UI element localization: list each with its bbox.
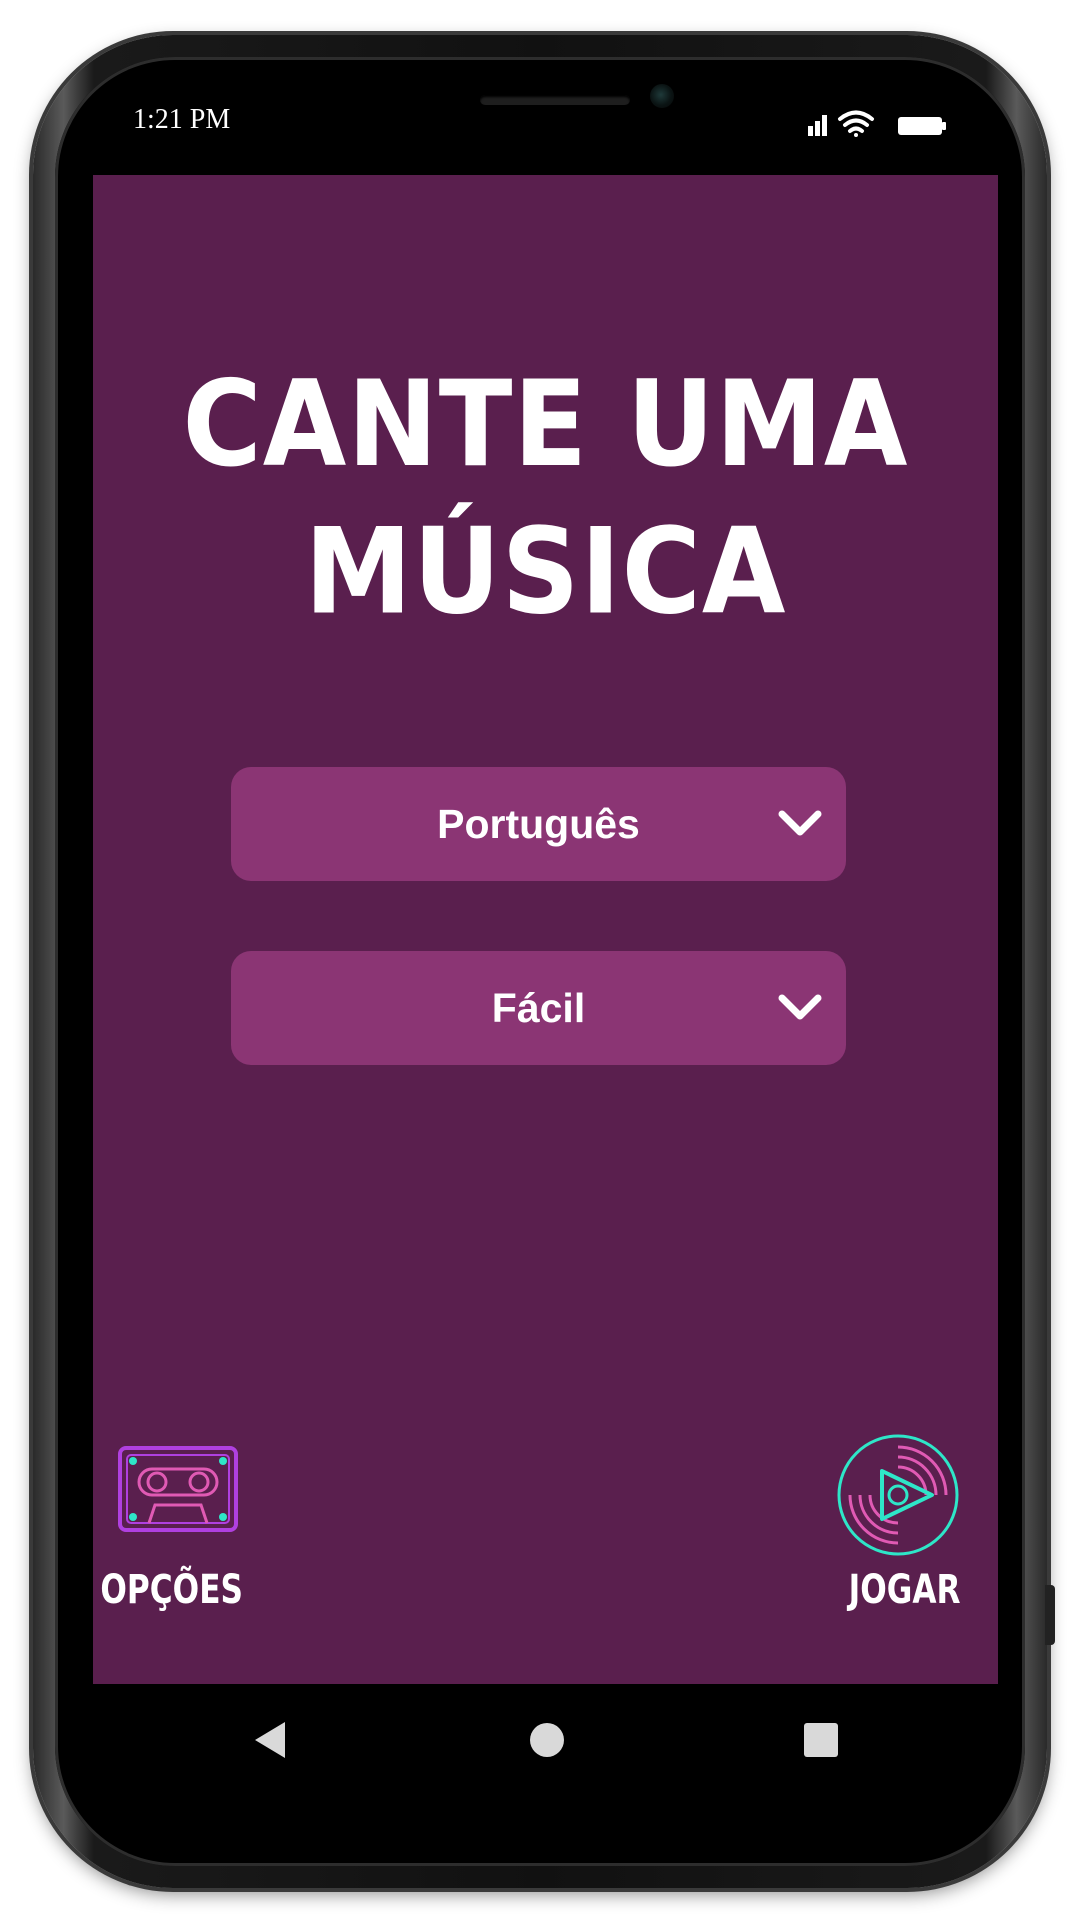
play-button[interactable] — [836, 1433, 960, 1557]
signal-icon — [808, 115, 827, 136]
options-button[interactable] — [117, 1445, 239, 1535]
back-button[interactable] — [241, 1710, 301, 1770]
app-title-line-2: MÚSICA — [304, 503, 787, 641]
earpiece-speaker — [480, 95, 630, 105]
wifi-icon — [838, 110, 874, 137]
app-title-line-1: CANTE UMA — [182, 356, 909, 494]
cassette-icon — [118, 1446, 238, 1532]
difficulty-dropdown-value: Fácil — [491, 985, 586, 1031]
battery-icon — [898, 117, 946, 135]
language-dropdown-value: Português — [437, 801, 640, 847]
home-button[interactable] — [517, 1710, 577, 1770]
chevron-down-icon — [778, 994, 822, 1020]
app-screen: CANTE UMA MÚSICA Português Fácil OPÇÕES — [93, 175, 998, 1684]
recents-button[interactable] — [791, 1710, 851, 1770]
language-dropdown[interactable]: Português — [231, 767, 846, 881]
options-label[interactable]: OPÇÕES — [100, 1567, 243, 1613]
status-time: 1:21 PM — [133, 104, 231, 135]
phone-side-button — [1045, 1585, 1055, 1645]
chevron-down-icon — [778, 810, 822, 836]
recents-square-icon — [804, 1723, 838, 1757]
home-circle-icon — [530, 1723, 564, 1757]
front-camera — [650, 84, 674, 108]
difficulty-dropdown[interactable]: Fácil — [231, 951, 846, 1065]
back-triangle-icon — [255, 1722, 285, 1758]
app-title: CANTE UMA MÚSICA — [93, 352, 998, 647]
navigation-bar — [93, 1684, 998, 1794]
vinyl-play-icon — [837, 1434, 959, 1556]
play-label[interactable]: JOGAR — [849, 1567, 961, 1613]
status-icons — [808, 110, 946, 137]
